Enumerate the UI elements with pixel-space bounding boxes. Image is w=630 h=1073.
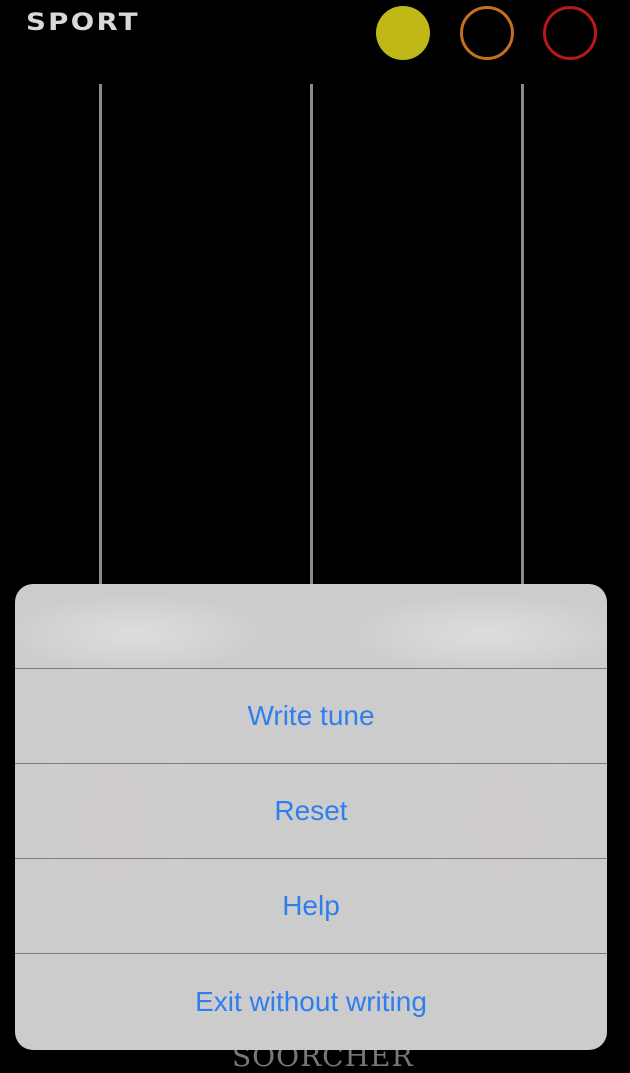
status-indicator-orange bbox=[460, 6, 514, 60]
action-sheet: Write tune Reset Help Exit without writi… bbox=[15, 584, 607, 1050]
exit-without-writing-button[interactable]: Exit without writing bbox=[15, 954, 607, 1049]
slider-track-left[interactable] bbox=[99, 84, 102, 604]
slider-track-right[interactable] bbox=[521, 84, 524, 604]
slider-track-center[interactable] bbox=[310, 84, 313, 604]
action-sheet-header bbox=[15, 584, 607, 669]
status-indicator-yellow bbox=[376, 6, 430, 60]
reset-button[interactable]: Reset bbox=[15, 764, 607, 859]
write-tune-button[interactable]: Write tune bbox=[15, 669, 607, 764]
help-button[interactable]: Help bbox=[15, 859, 607, 954]
status-indicator-red bbox=[543, 6, 597, 60]
mode-label: SPORT bbox=[26, 8, 140, 36]
